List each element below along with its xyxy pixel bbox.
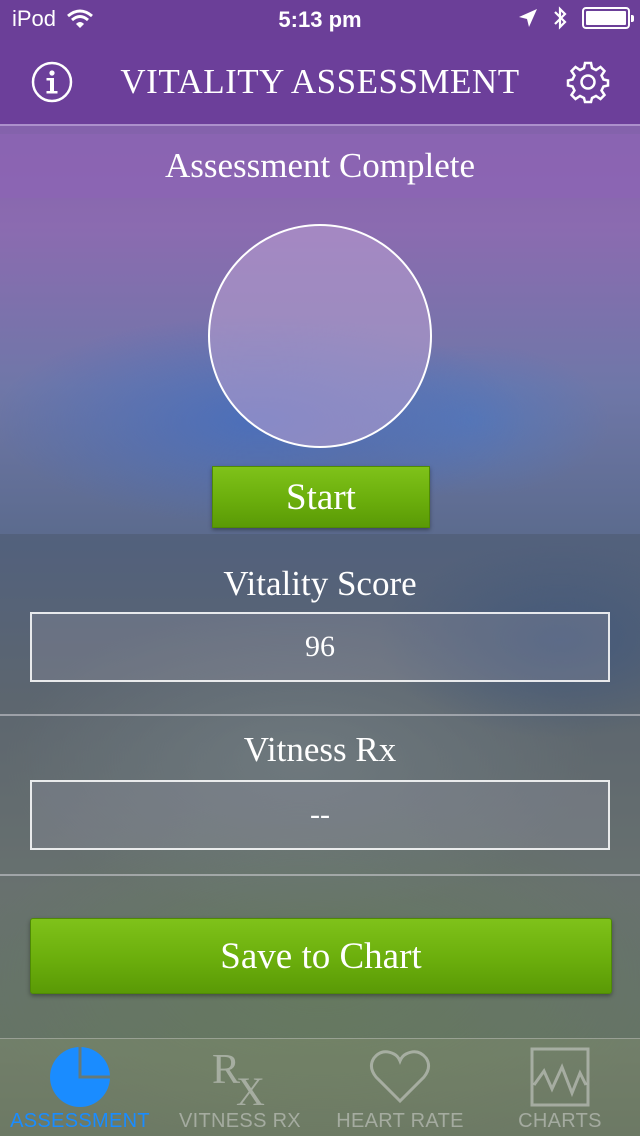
page-title: VITALITY ASSESSMENT (120, 62, 520, 101)
heart-icon (369, 1050, 431, 1104)
nav-bar: VITALITY ASSESSMENT (0, 40, 640, 126)
measurement-circle (208, 224, 432, 448)
tab-assessment[interactable]: ASSESSMENT (0, 1039, 160, 1136)
location-arrow-icon (519, 9, 537, 27)
assessment-status-banner: Assessment Complete (0, 134, 640, 198)
tab-label: ASSESSMENT (10, 1110, 150, 1132)
tab-label: VITNESS RX (179, 1110, 301, 1132)
battery-icon (582, 7, 634, 29)
vitness-rx-label: Vitness Rx (243, 730, 397, 769)
rx-icon: R X (212, 1047, 265, 1109)
tab-heart-rate[interactable]: HEART RATE (320, 1039, 480, 1136)
tab-vitness-rx[interactable]: R X VITNESS RX (160, 1039, 320, 1136)
start-button[interactable]: Start (212, 466, 430, 528)
gear-icon[interactable] (566, 60, 610, 104)
tab-bar: ASSESSMENT R X VITNESS RX HEART RATE CHA… (0, 1038, 640, 1136)
save-to-chart-button[interactable]: Save to Chart (30, 918, 612, 994)
tab-label: CHARTS (518, 1110, 602, 1132)
bluetooth-icon (554, 6, 567, 30)
line-chart-icon (530, 1047, 590, 1107)
status-right (518, 6, 634, 30)
pie-chart-icon (50, 1047, 110, 1107)
vitness-rx-field: -- (30, 780, 610, 850)
tab-label: HEART RATE (336, 1110, 464, 1132)
divider (0, 874, 640, 876)
vitality-score-field: 96 (30, 612, 610, 682)
divider (0, 714, 640, 716)
vitality-score-label: Vitality Score (223, 564, 417, 603)
svg-text:X: X (236, 1069, 265, 1109)
tab-charts[interactable]: CHARTS (480, 1039, 640, 1136)
status-bar: iPod 5:13 pm (0, 0, 640, 40)
